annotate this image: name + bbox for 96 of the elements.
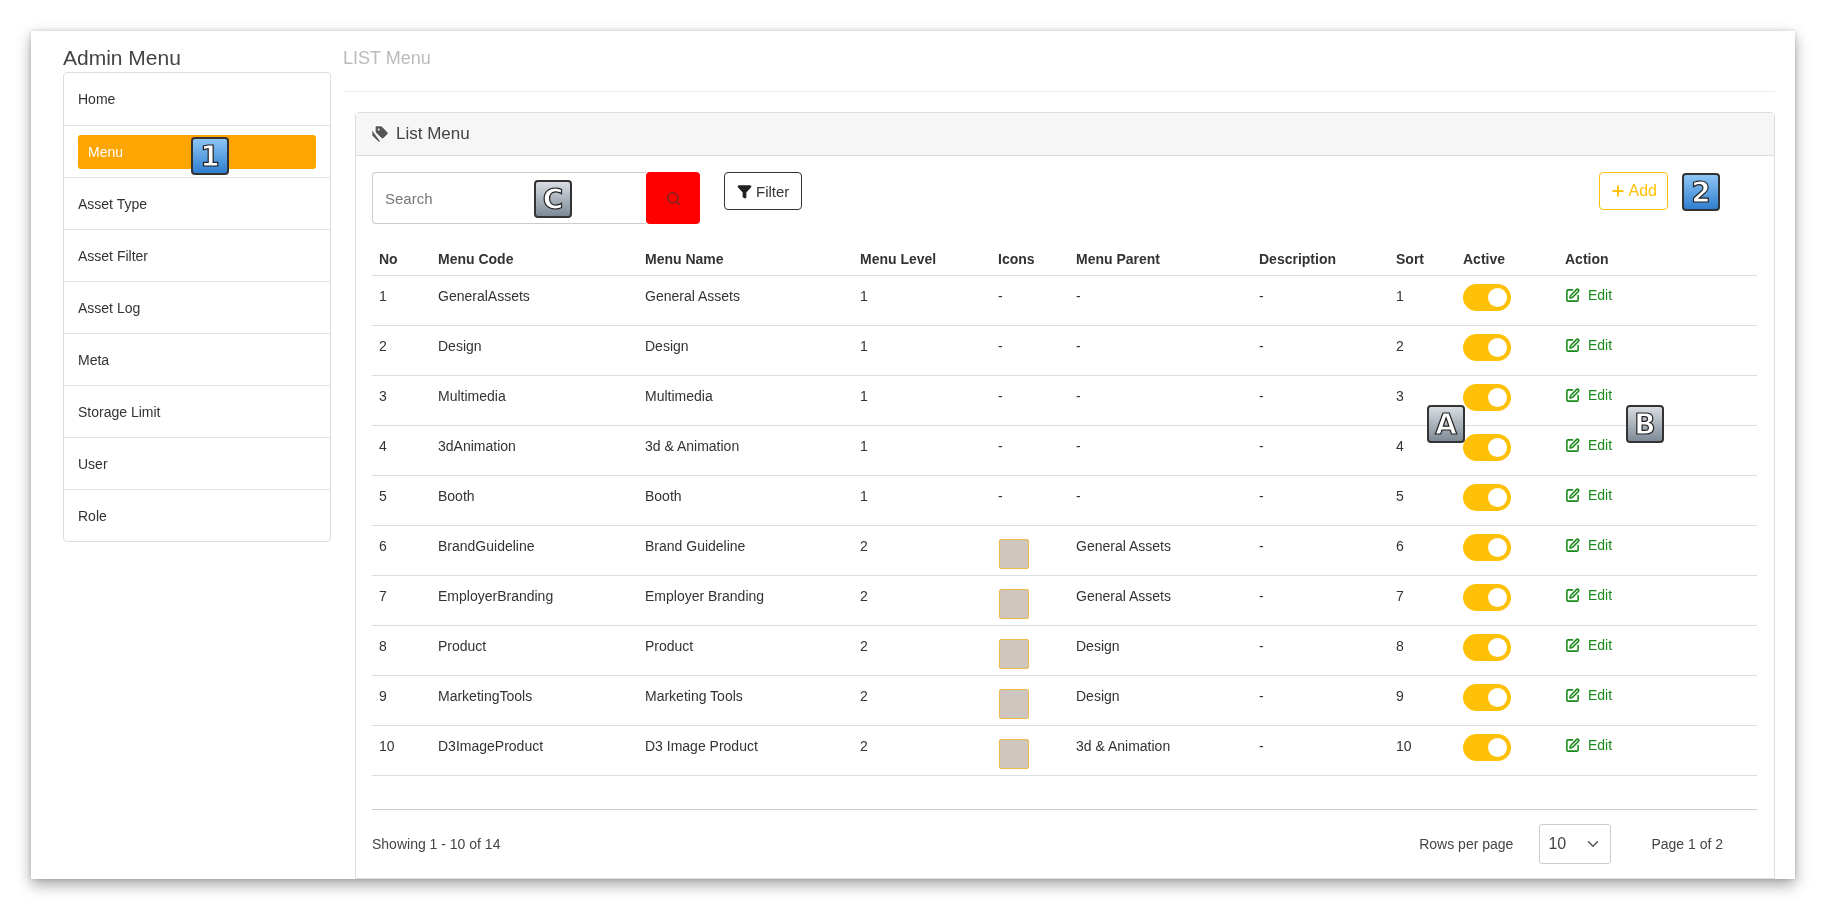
table-cell: Design: [1076, 637, 1120, 655]
callout-tooltip: A: [1427, 405, 1465, 443]
table-cell: General Assets: [1076, 587, 1171, 605]
table-cell: 2: [379, 337, 387, 355]
table-cell: 3d & Animation: [1076, 737, 1171, 755]
column-header: Menu Name: [645, 250, 724, 268]
column-header: Sort: [1396, 250, 1424, 268]
table-cell: 2: [860, 637, 868, 655]
callout-tooltip: 1: [191, 137, 229, 175]
table-cell: -: [1259, 687, 1264, 705]
table-cell: -: [1259, 587, 1264, 605]
column-header: Icons: [998, 250, 1035, 268]
table-cell: -: [1259, 437, 1264, 455]
table-cell: Booth: [438, 487, 475, 505]
table-cell: Product: [645, 637, 694, 655]
table-cell: 3: [1396, 387, 1404, 405]
table-cell: 2: [860, 737, 868, 755]
sidebar-title: Admin Menu: [63, 45, 182, 71]
table-cell: MarketingTools: [438, 687, 533, 705]
table-cell: 2: [860, 537, 868, 555]
table-cell: 6: [1396, 537, 1404, 555]
table-cell: -: [998, 437, 1003, 455]
table-cell: -: [998, 287, 1003, 305]
table-cell: 3: [379, 387, 387, 405]
table-cell: 1: [1396, 287, 1404, 305]
table-cell: 1: [379, 287, 387, 305]
table-cell: Design: [645, 337, 689, 355]
table-cell: -: [998, 487, 1003, 505]
table-cell: Design: [1076, 687, 1120, 705]
table-cell: Booth: [645, 487, 682, 505]
table-cell: 2: [860, 587, 868, 605]
table-cell: D3 Image Product: [645, 737, 758, 755]
table-cell: 1: [860, 437, 868, 455]
table-cell: Design: [438, 337, 482, 355]
page-indicator: Page 1 of 2: [1651, 836, 1723, 852]
column-header: Active: [1463, 250, 1506, 268]
table-cell: Brand Guideline: [645, 537, 746, 555]
table-cell: 1: [860, 287, 868, 305]
callout-tooltip: 2: [1682, 173, 1720, 211]
table-cell: -: [1076, 487, 1081, 505]
table-cell: GeneralAssets: [438, 287, 530, 305]
table-cell: -: [1259, 737, 1264, 755]
table-cell: -: [1076, 387, 1081, 405]
callout-tooltip: C: [534, 180, 572, 218]
table-cell: -: [998, 387, 1003, 405]
table-cell: 10: [1396, 737, 1412, 755]
table-cell: 10: [379, 737, 395, 755]
table-cell: -: [998, 337, 1003, 355]
table-cell: EmployerBranding: [438, 587, 554, 605]
table-cell: Marketing Tools: [645, 687, 743, 705]
showing-count: Showing 1 - 10 of 14: [372, 836, 501, 852]
table-cell: 2: [860, 687, 868, 705]
table-cell: Employer Branding: [645, 587, 765, 605]
table-cell: -: [1259, 487, 1264, 505]
table-cell: 1: [860, 337, 868, 355]
table-cell: 5: [379, 487, 387, 505]
table-cell: 1: [860, 487, 868, 505]
page-title: LIST Menu: [343, 48, 431, 68]
table-cell: General Assets: [1076, 537, 1171, 555]
table-cell: -: [1076, 337, 1081, 355]
table-cell: 4: [1396, 437, 1404, 455]
table-cell: 3d & Animation: [645, 437, 740, 455]
column-header: Action: [1565, 250, 1609, 268]
table-cell: -: [1259, 287, 1264, 305]
table-cell: 5: [1396, 487, 1404, 505]
table-cell: 6: [379, 537, 387, 555]
table-cell: -: [1076, 437, 1081, 455]
rows-per-page-label: Rows per page: [1419, 836, 1514, 852]
table-cell: General Assets: [645, 287, 740, 305]
column-header: Description: [1259, 250, 1336, 268]
table-cell: -: [1259, 337, 1264, 355]
card-title: List Menu: [396, 124, 470, 144]
table-cell: -: [1259, 637, 1264, 655]
column-header: No: [379, 250, 398, 268]
table-cell: BrandGuideline: [438, 537, 535, 555]
table-cell: 4: [379, 437, 387, 455]
table-cell: -: [1076, 287, 1081, 305]
table-cell: 7: [1396, 587, 1404, 605]
column-header: Menu Parent: [1076, 250, 1160, 268]
table-cell: 3dAnimation: [438, 437, 516, 455]
table-cell: 2: [1396, 337, 1404, 355]
table-cell: Product: [438, 637, 487, 655]
table-cell: D3ImageProduct: [438, 737, 544, 755]
table-cell: 9: [379, 687, 387, 705]
table-cell: -: [1259, 537, 1264, 555]
table-cell: 8: [379, 637, 387, 655]
table-cell: 9: [1396, 687, 1404, 705]
table-cell: 7: [379, 587, 387, 605]
callout-tooltip: B: [1626, 405, 1664, 443]
column-header: Menu Level: [860, 250, 937, 268]
table-cell: Multimedia: [438, 387, 506, 405]
table-cell: 8: [1396, 637, 1404, 655]
column-header: Menu Code: [438, 250, 514, 268]
table-cell: Multimedia: [645, 387, 713, 405]
table-cell: -: [1259, 387, 1264, 405]
table-cell: 1: [860, 387, 868, 405]
